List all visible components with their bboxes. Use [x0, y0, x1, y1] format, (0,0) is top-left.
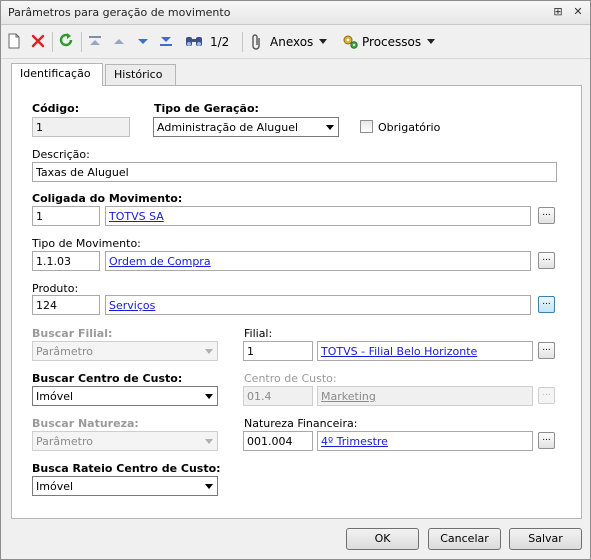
previous-record-icon[interactable]: [112, 32, 126, 52]
next-record-icon[interactable]: [136, 32, 150, 52]
descricao-label: Descrição:: [32, 148, 90, 161]
tipo-geracao-select[interactable]: Administração de Aluguel: [153, 117, 339, 137]
toolbar-separator: [52, 32, 53, 52]
buscar-natureza-label: Buscar Natureza:: [32, 417, 139, 430]
coligada-name-link[interactable]: TOTVS SA: [109, 210, 164, 223]
busca-rateio-value: Imóvel: [36, 480, 74, 493]
natureza-financeira-name-field: 4º Trimestre: [317, 431, 533, 451]
produto-name-link[interactable]: Serviços: [109, 299, 155, 312]
coligada-label: Coligada do Movimento:: [32, 192, 183, 205]
filial-name-link[interactable]: TOTVS - Filial Belo Horizonte: [321, 345, 477, 358]
produto-label: Produto:: [32, 282, 79, 295]
produto-name-field: Serviços: [105, 295, 531, 315]
natureza-financeira-label: Natureza Financeira:: [244, 417, 358, 430]
chevron-down-icon: [205, 349, 213, 354]
filial-lookup-button[interactable]: ...: [538, 342, 555, 359]
centro-custo-code-field[interactable]: 01.4: [243, 386, 313, 406]
chevron-down-icon: [427, 39, 436, 44]
centro-custo-name-field: Marketing: [317, 386, 533, 406]
natureza-financeira-name-link[interactable]: 4º Trimestre: [321, 435, 388, 448]
filial-label: Filial:: [244, 327, 273, 340]
refresh-icon[interactable]: [57, 32, 75, 52]
anexos-menu-button[interactable]: Anexos: [250, 32, 340, 52]
pin-icon[interactable]: ⊞: [550, 4, 566, 20]
codigo-field[interactable]: 1: [32, 117, 130, 137]
obrigatorio-checkbox[interactable]: [360, 120, 373, 133]
toolbar: 1/2 Anexos Processos: [1, 26, 590, 59]
coligada-lookup-button[interactable]: ...: [538, 207, 555, 224]
centro-custo-name-link: Marketing: [321, 390, 376, 403]
chevron-down-icon: [205, 439, 213, 444]
tipo-movimento-code-field[interactable]: 1.1.03: [32, 251, 100, 271]
tipo-geracao-value: Administração de Aluguel: [157, 121, 299, 134]
chevron-down-icon: [205, 484, 213, 489]
buscar-natureza-select[interactable]: Parâmetro: [32, 431, 218, 451]
title-bar: Parâmetros para geração de movimento ⊞ ✕: [1, 1, 590, 25]
buscar-centro-custo-label: Buscar Centro de Custo:: [32, 372, 183, 385]
last-record-icon[interactable]: [158, 32, 174, 52]
binoculars-icon[interactable]: [184, 32, 204, 52]
record-position: 1/2: [210, 35, 230, 49]
tipo-movimento-name-link[interactable]: Ordem de Compra: [109, 255, 211, 268]
tipo-geracao-label: Tipo de Geração:: [154, 102, 259, 115]
filial-code-field[interactable]: 1: [243, 341, 313, 361]
processos-menu-button[interactable]: Processos: [341, 32, 441, 52]
busca-rateio-label: Busca Rateio Centro de Custo:: [32, 462, 221, 475]
ok-button[interactable]: OK: [346, 528, 419, 550]
anexos-label: Anexos: [270, 35, 314, 49]
coligada-code-field[interactable]: 1: [32, 206, 100, 226]
chevron-down-icon: [319, 39, 328, 44]
coligada-name-field: TOTVS SA: [105, 206, 531, 226]
close-icon[interactable]: ✕: [570, 4, 586, 20]
buscar-filial-select[interactable]: Parâmetro: [32, 341, 218, 361]
buscar-natureza-value: Parâmetro: [36, 435, 93, 448]
tab-historico[interactable]: Histórico: [105, 64, 176, 85]
chevron-down-icon: [205, 394, 213, 399]
descricao-field[interactable]: Taxas de Aluguel: [32, 162, 557, 182]
buscar-filial-value: Parâmetro: [36, 345, 93, 358]
new-record-icon[interactable]: [7, 32, 23, 52]
busca-rateio-select[interactable]: Imóvel: [32, 476, 218, 496]
chevron-down-icon: [326, 125, 334, 130]
obrigatorio-label: Obrigatório: [378, 121, 441, 134]
gears-icon: [341, 33, 359, 54]
first-record-icon[interactable]: [87, 32, 103, 52]
tab-identificacao[interactable]: Identificação: [11, 63, 103, 86]
toolbar-separator: [242, 32, 243, 52]
codigo-label: Código:: [32, 102, 80, 115]
processos-label: Processos: [362, 35, 422, 49]
tipo-movimento-lookup-button[interactable]: ...: [538, 252, 555, 269]
buscar-centro-custo-value: Imóvel: [36, 390, 74, 403]
cancel-button[interactable]: Cancelar: [428, 528, 501, 550]
save-button[interactable]: Salvar: [509, 528, 582, 550]
natureza-financeira-lookup-button[interactable]: ...: [538, 432, 555, 449]
filial-name-field: TOTVS - Filial Belo Horizonte: [317, 341, 533, 361]
centro-custo-lookup-button[interactable]: ...: [538, 387, 555, 404]
delete-icon[interactable]: [30, 32, 46, 52]
buscar-filial-label: Buscar Filial:: [32, 327, 113, 340]
produto-lookup-button[interactable]: ...: [538, 296, 555, 313]
buscar-centro-custo-select[interactable]: Imóvel: [32, 386, 218, 406]
dialog-window: Parâmetros para geração de movimento ⊞ ✕: [0, 0, 591, 560]
toolbar-separator: [81, 32, 82, 52]
natureza-financeira-code-field[interactable]: 001.004: [243, 431, 313, 451]
paperclip-icon: [250, 33, 264, 54]
tipo-movimento-name-field: Ordem de Compra: [105, 251, 531, 271]
tipo-movimento-label: Tipo de Movimento:: [32, 237, 141, 250]
produto-code-field[interactable]: 124: [32, 295, 100, 315]
window-title: Parâmetros para geração de movimento: [8, 6, 231, 19]
centro-custo-label: Centro de Custo:: [244, 372, 337, 385]
